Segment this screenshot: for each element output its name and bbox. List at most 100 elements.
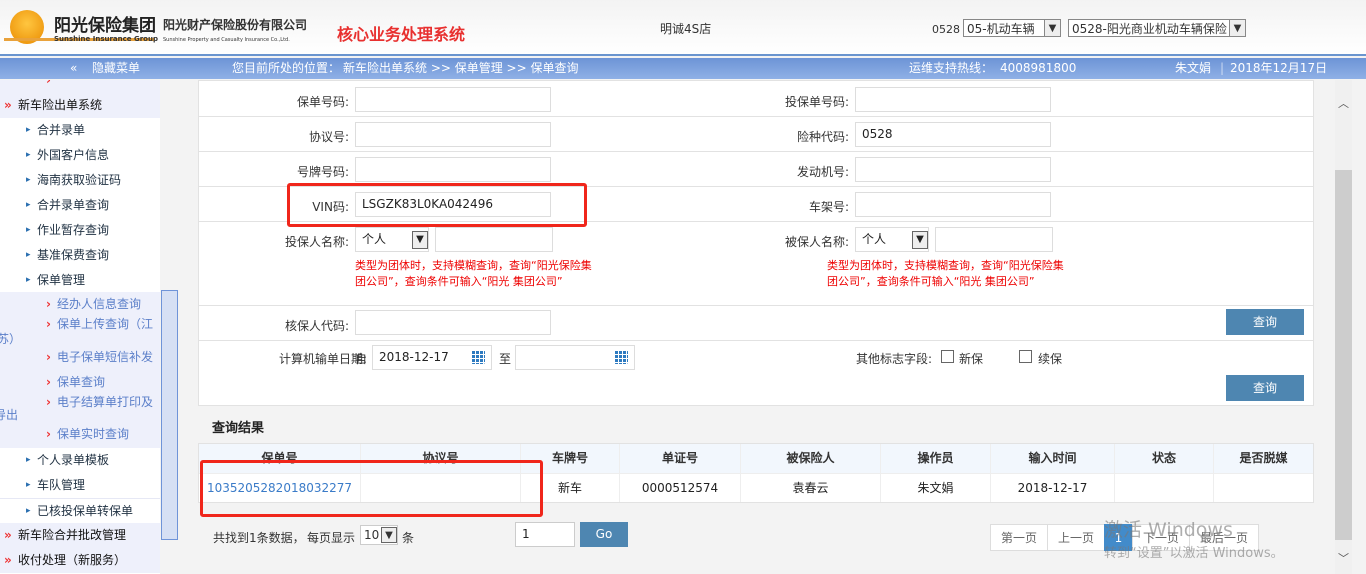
- table-cell: 0000512574: [620, 473, 741, 502]
- first-page-button[interactable]: 第一页: [990, 524, 1048, 551]
- insured-name-input[interactable]: [935, 227, 1053, 252]
- vin-highlight: [287, 183, 587, 227]
- policy-no-label: 保单号码:: [296, 95, 349, 109]
- plate-no-input[interactable]: [355, 157, 551, 182]
- chevron-down-icon: ▼: [381, 527, 397, 543]
- form-row: 投保人名称: 个人 ▼ 类型为团体时，支持模糊查询，查询“阳光保险集团公司”，查询…: [199, 222, 1313, 306]
- form-row: 保单号码: 投保单号码:: [199, 81, 1313, 117]
- sidebar-item[interactable]: 收付处理（新服务）: [0, 548, 160, 573]
- calendar-icon[interactable]: [614, 350, 628, 364]
- frame-no-input[interactable]: [855, 192, 1051, 217]
- sidebar: 新车险出单系统 合并录单 外国客户信息 海南获取验证码 合并录单查询 作业暂存查…: [0, 80, 160, 574]
- renew-policy-checkbox[interactable]: [1019, 350, 1032, 363]
- scrollbar-thumb[interactable]: [1335, 170, 1352, 540]
- column-header: 状态: [1115, 444, 1214, 473]
- query-form: 保单号码: 投保单号码: 协议号: 险种代码: 0528 号牌号码: 发动机号:…: [198, 80, 1314, 406]
- risk-code-input[interactable]: 0528: [855, 122, 1051, 147]
- sidebar-item[interactable]: 作业暂存查询: [0, 218, 160, 243]
- hide-menu-button[interactable]: 隐藏菜单: [92, 58, 140, 79]
- agreement-no-input[interactable]: [355, 122, 551, 147]
- form-row: 计算机输单日期: 自 2018-12-17 至 其他标志字段: 新保 续保 查询: [199, 341, 1313, 405]
- column-header: 是否脱媒: [1214, 444, 1313, 473]
- sidebar-item[interactable]: 外国客户信息: [0, 143, 160, 168]
- table-cell: 袁春云: [741, 473, 881, 502]
- sidebar-item[interactable]: 已核投保单转保单: [0, 498, 160, 524]
- activation-watermark-hint: 转到“设置”以激活 Windows。: [1104, 546, 1284, 561]
- applicant-type-select[interactable]: 个人 ▼: [355, 227, 429, 252]
- date-from-input[interactable]: 2018-12-17: [372, 345, 492, 370]
- risk-code-label: 险种代码:: [796, 130, 849, 144]
- line-select[interactable]: 05-机动车辆 ▼: [963, 19, 1061, 37]
- page-scrollbar[interactable]: ︿ ﹀: [1335, 80, 1352, 574]
- results-title: 查询结果: [212, 421, 265, 436]
- sidebar-item[interactable]: 新车险合并批改管理: [0, 523, 160, 548]
- sidebar-subitem[interactable]: 保单实时查询: [0, 422, 160, 447]
- system-title: 核心业务处理系统: [337, 25, 466, 44]
- hide-menu-icon[interactable]: «: [70, 58, 77, 79]
- go-button[interactable]: Go: [580, 522, 628, 547]
- form-row: 核保人代码: 查询: [199, 306, 1313, 341]
- flags-label: 其他标志字段:: [856, 352, 933, 366]
- per-page-label: 每页显示: [307, 531, 356, 545]
- current-date: 2018年12月17日: [1230, 61, 1328, 75]
- breadcrumb: 新车险出单系统 >> 保单管理 >> 保单查询: [343, 61, 579, 75]
- scroll-down-icon[interactable]: ﹀: [1338, 550, 1349, 566]
- company-name: 阳光财产保险股份有限公司: [163, 18, 308, 32]
- sidebar-item-new-car-system[interactable]: 新车险出单系统: [0, 93, 160, 118]
- scroll-up-icon[interactable]: ︿: [1338, 95, 1349, 111]
- renew-policy-label: 续保: [1038, 352, 1063, 366]
- line-select-value: 05-机动车辆: [967, 21, 1035, 36]
- column-header: 单证号: [620, 444, 741, 473]
- sidebar-item[interactable]: 合并录单: [0, 118, 160, 143]
- sidebar-subitem[interactable]: 电子保单短信补发: [0, 345, 160, 370]
- sidebar-item[interactable]: 个人录单模板: [0, 448, 160, 473]
- query-button[interactable]: 查询: [1226, 309, 1304, 335]
- hotline: 4008981800: [1000, 61, 1077, 75]
- table-cell: 2018-12-17: [991, 473, 1115, 502]
- per-page-unit: 条: [402, 531, 415, 545]
- sidebar-item[interactable]: 海南获取验证码: [0, 168, 160, 193]
- result-count: 共找到1条数据，: [213, 531, 305, 545]
- sidebar-item[interactable]: 合并录单查询: [0, 193, 160, 218]
- chevron-down-icon: ▼: [1044, 20, 1060, 36]
- activation-watermark: 激活 Windows: [1104, 519, 1233, 541]
- current-user: 朱文娟: [1175, 61, 1212, 75]
- insured-hint: 类型为团体时，支持模糊查询，查询“阳光保险集团公司”，查询条件可输入“阳光 集团…: [827, 259, 1064, 288]
- policy-no-input[interactable]: [355, 87, 551, 112]
- sidebar-item-policy-management[interactable]: 保单管理: [0, 268, 160, 293]
- new-policy-checkbox[interactable]: [941, 350, 954, 363]
- proposal-no-input[interactable]: [855, 87, 1051, 112]
- insured-type-value: 个人: [862, 232, 887, 246]
- applicant-type-value: 个人: [362, 232, 387, 246]
- dealer-name: 明诚4S店: [660, 22, 712, 36]
- date-to-label: 至: [499, 352, 512, 366]
- org-code: 0528: [932, 23, 960, 36]
- insured-type-select[interactable]: 个人 ▼: [855, 227, 929, 252]
- page-input[interactable]: 1: [515, 522, 575, 547]
- header: 阳光保险集团 Sunshine Insurance Group 阳光财产保险股份…: [0, 0, 1366, 56]
- sidebar-item[interactable]: 车队管理: [0, 473, 160, 498]
- product-select-value: 0528-阳光商业机动车辆保险: [1072, 21, 1227, 36]
- sidebar-scrollbar[interactable]: [161, 290, 178, 540]
- chevron-down-icon: ▼: [1229, 20, 1245, 36]
- date-from-value: 2018-12-17: [379, 350, 449, 364]
- chevron-down-icon: ▼: [912, 230, 928, 249]
- agreement-no-label: 协议号:: [308, 130, 349, 144]
- hotline-label: 运维支持热线：: [909, 61, 994, 75]
- underwriter-input[interactable]: [355, 310, 551, 335]
- separator: |: [1220, 61, 1225, 75]
- query-button-2[interactable]: 查询: [1226, 375, 1304, 401]
- policy-highlight: [200, 460, 543, 517]
- engine-no-input[interactable]: [855, 157, 1051, 182]
- date-to-input[interactable]: [515, 345, 635, 370]
- prev-page-button[interactable]: 上一页: [1047, 524, 1105, 551]
- applicant-name-input[interactable]: [435, 227, 553, 252]
- product-select[interactable]: 0528-阳光商业机动车辆保险 ▼: [1068, 19, 1246, 37]
- applicant-label: 投保人名称:: [284, 235, 349, 249]
- per-page-select[interactable]: 10 ▼: [360, 525, 398, 545]
- form-row: 号牌号码: 发动机号:: [199, 152, 1313, 187]
- form-row: 协议号: 险种代码: 0528: [199, 117, 1313, 152]
- chevron-down-icon: ▼: [412, 230, 428, 249]
- calendar-icon[interactable]: [471, 350, 485, 364]
- sidebar-item[interactable]: 基准保费查询: [0, 243, 160, 268]
